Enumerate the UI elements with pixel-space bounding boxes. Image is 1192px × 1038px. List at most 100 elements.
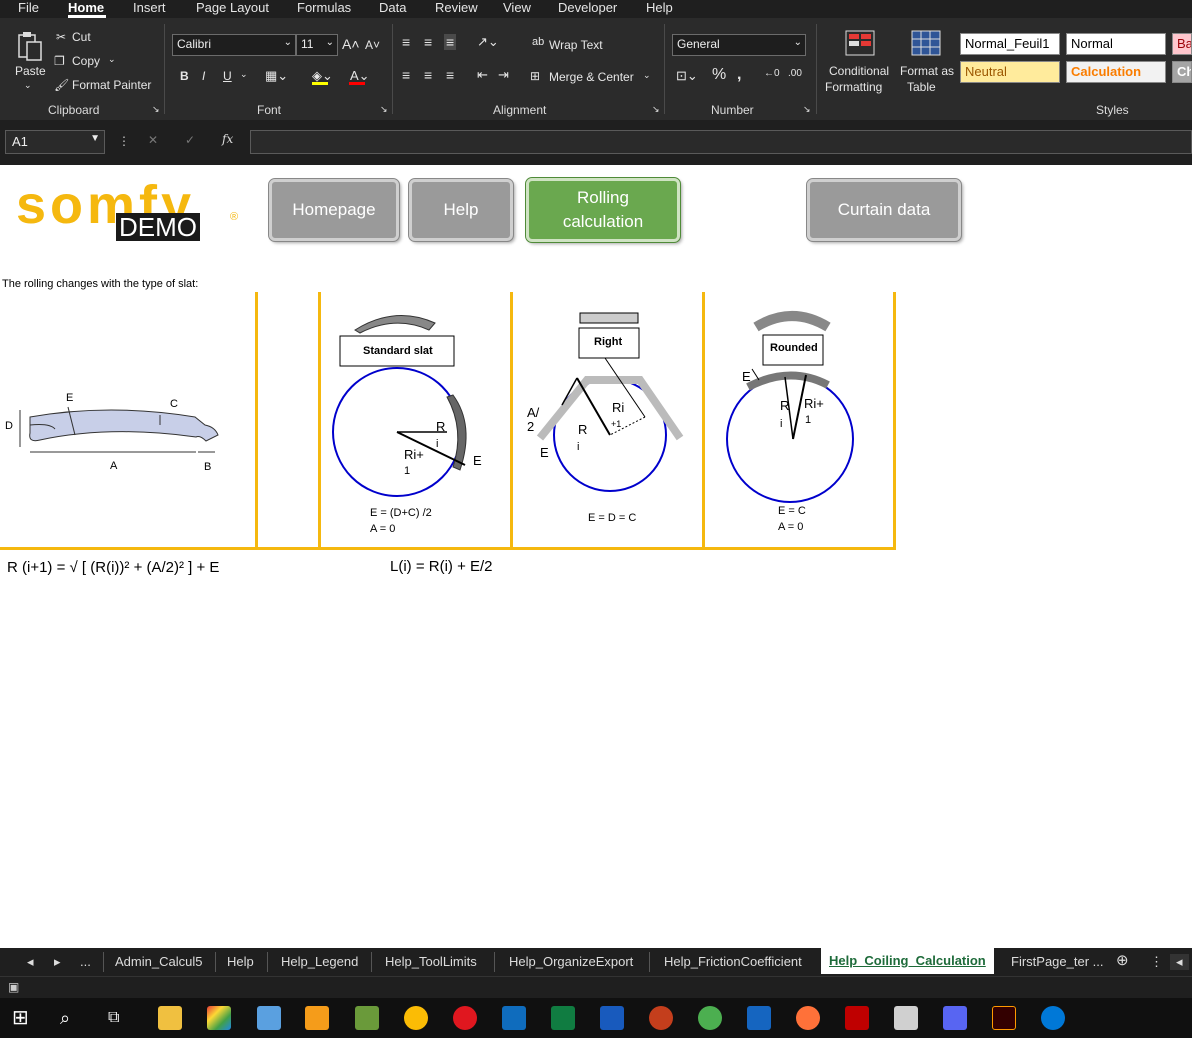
tab-more-left[interactable]: ... xyxy=(80,954,91,969)
tab-admin-calcul5[interactable]: Admin_Calcul5 xyxy=(115,954,202,969)
discord-icon[interactable] xyxy=(943,1006,967,1030)
style-bad[interactable]: Ba xyxy=(1172,33,1192,55)
homepage-button[interactable]: Homepage xyxy=(268,178,400,242)
java-icon[interactable] xyxy=(894,1006,918,1030)
name-box[interactable]: A1 ▼ xyxy=(5,130,105,154)
word-icon[interactable] xyxy=(600,1006,624,1030)
menu-home[interactable]: Home xyxy=(68,0,104,15)
wrap-text-button[interactable]: Wrap Text xyxy=(549,38,603,52)
conditional-formatting-button[interactable]: Conditional xyxy=(829,64,889,78)
percent-icon[interactable]: % xyxy=(712,66,726,84)
decrease-decimal-icon[interactable]: .00 xyxy=(788,68,802,79)
tab-scroll-left-icon[interactable]: ◂ xyxy=(27,954,34,970)
minecraft-icon[interactable] xyxy=(355,1006,379,1030)
chrome-icon[interactable] xyxy=(404,1006,428,1030)
sublime-text-icon[interactable] xyxy=(305,1006,329,1030)
firefox-icon[interactable] xyxy=(796,1006,820,1030)
insert-function-icon[interactable]: fx xyxy=(222,132,233,146)
conditional-formatting-label[interactable]: Formatting xyxy=(825,80,882,94)
malwarebytes-icon[interactable] xyxy=(747,1006,771,1030)
macro-record-icon[interactable]: ▣ xyxy=(8,980,19,994)
menu-formulas[interactable]: Formulas xyxy=(297,0,351,15)
cancel-icon[interactable]: ✕ xyxy=(148,133,158,147)
clipboard-launcher-icon[interactable]: ↘ xyxy=(152,104,160,115)
illustrator-icon[interactable] xyxy=(992,1006,1016,1030)
copy-icon[interactable]: ❐ xyxy=(54,54,65,68)
tab-help-organizeexport[interactable]: Help_OrganizeExport xyxy=(509,954,633,969)
edge-icon[interactable] xyxy=(1041,1006,1065,1030)
alignment-launcher-icon[interactable]: ↘ xyxy=(652,104,660,115)
underline-dropdown-icon[interactable]: ⌄ xyxy=(240,69,248,80)
add-sheet-icon[interactable]: ⊕ xyxy=(1116,951,1129,969)
menu-data[interactable]: Data xyxy=(379,0,406,15)
merge-icon[interactable]: ⊞ xyxy=(530,69,540,83)
style-check-cell[interactable]: Ch xyxy=(1172,61,1192,83)
tab-help-coiling-calculation[interactable]: Help_Coiling_Calculation xyxy=(821,948,994,974)
enter-icon[interactable]: ✓ xyxy=(185,133,195,147)
format-as-table-button[interactable]: Format as xyxy=(900,64,954,78)
align-right-icon[interactable]: ≡ xyxy=(446,67,454,83)
menu-view[interactable]: View xyxy=(503,0,531,15)
menu-page-layout[interactable]: Page Layout xyxy=(196,0,269,15)
bold-button[interactable]: B xyxy=(180,69,189,83)
file-explorer-icon[interactable] xyxy=(158,1006,182,1030)
conditional-formatting-icon[interactable] xyxy=(845,30,875,56)
tab-help[interactable]: Help xyxy=(227,954,254,969)
menu-review[interactable]: Review xyxy=(435,0,478,15)
number-launcher-icon[interactable]: ↘ xyxy=(803,104,811,115)
tab-firstpage[interactable]: FirstPage_ter ... xyxy=(1011,954,1103,969)
format-painter-button[interactable]: Format Painter xyxy=(72,78,151,92)
task-view-icon[interactable]: ⧉ xyxy=(108,1006,132,1030)
style-neutral[interactable]: Neutral xyxy=(960,61,1060,83)
paste-icon[interactable] xyxy=(16,30,44,62)
outlook-icon[interactable] xyxy=(502,1006,526,1030)
format-as-table-label[interactable]: Table xyxy=(907,80,936,94)
filezilla-icon[interactable] xyxy=(845,1006,869,1030)
merge-dropdown-icon[interactable]: ⌄ xyxy=(643,70,651,81)
formula-input[interactable] xyxy=(250,130,1192,154)
format-painter-icon[interactable]: 🖌 xyxy=(54,78,69,92)
decrease-font-icon[interactable]: A˅ xyxy=(365,38,380,52)
format-as-table-icon[interactable] xyxy=(911,30,941,56)
underline-button[interactable]: U xyxy=(223,69,232,83)
align-top-icon[interactable]: ≡ xyxy=(402,34,410,50)
contacts-app-icon[interactable] xyxy=(257,1006,281,1030)
align-center-icon[interactable]: ≡ xyxy=(424,67,432,83)
cut-icon[interactable]: ✂ xyxy=(56,30,66,44)
orientation-icon[interactable]: ↗⌄ xyxy=(477,34,499,50)
cut-button[interactable]: Cut xyxy=(72,30,91,44)
tab-help-toollimits[interactable]: Help_ToolLimits xyxy=(385,954,477,969)
accounting-format-icon[interactable]: ⊡⌄ xyxy=(676,68,698,84)
increase-font-icon[interactable]: A˄ xyxy=(342,36,360,52)
increase-decimal-icon[interactable]: ←0 xyxy=(764,68,780,79)
increase-indent-icon[interactable]: ⇥ xyxy=(498,67,509,83)
menu-insert[interactable]: Insert xyxy=(133,0,166,15)
font-name-select[interactable]: Calibri ⌄ xyxy=(172,34,296,56)
align-left-icon[interactable]: ≡ xyxy=(402,67,410,83)
windows-start-icon[interactable]: ⊞ xyxy=(12,1006,36,1030)
tab-scroll-right-icon[interactable]: ▸ xyxy=(54,954,61,970)
menu-developer[interactable]: Developer xyxy=(558,0,617,15)
italic-button[interactable]: I xyxy=(202,69,205,83)
menu-file[interactable]: File xyxy=(18,0,39,15)
borders-icon[interactable]: ▦⌄ xyxy=(265,68,288,84)
align-bottom-icon[interactable]: ≡ xyxy=(444,34,457,50)
style-calculation[interactable]: Calculation xyxy=(1066,61,1166,83)
tab-help-legend[interactable]: Help_Legend xyxy=(281,954,358,969)
curtain-data-button[interactable]: Curtain data xyxy=(806,178,962,242)
color-app-icon[interactable] xyxy=(207,1006,231,1030)
worksheet[interactable]: somfy DEMO ® Homepage Help Rolling calcu… xyxy=(0,165,1192,948)
align-middle-icon[interactable]: ≡ xyxy=(424,34,432,50)
number-format-select[interactable]: General ⌄ xyxy=(672,34,806,56)
opera-icon[interactable] xyxy=(453,1006,477,1030)
paste-button[interactable]: Paste xyxy=(15,64,46,78)
search-icon[interactable]: ⌕ xyxy=(60,1006,84,1030)
copy-dropdown-icon[interactable]: ⌄ xyxy=(108,54,116,65)
wrap-text-icon[interactable]: ab xyxy=(532,36,544,48)
excel-icon[interactable] xyxy=(551,1006,575,1030)
tab-help-frictioncoefficient[interactable]: Help_FrictionCoefficient xyxy=(664,954,802,969)
merge-center-button[interactable]: Merge & Center xyxy=(549,70,634,84)
font-size-select[interactable]: 11 ⌄ xyxy=(296,34,338,56)
rolling-calculation-button[interactable]: Rolling calculation xyxy=(525,177,681,243)
more-options-icon[interactable]: ⋮ xyxy=(118,134,130,148)
